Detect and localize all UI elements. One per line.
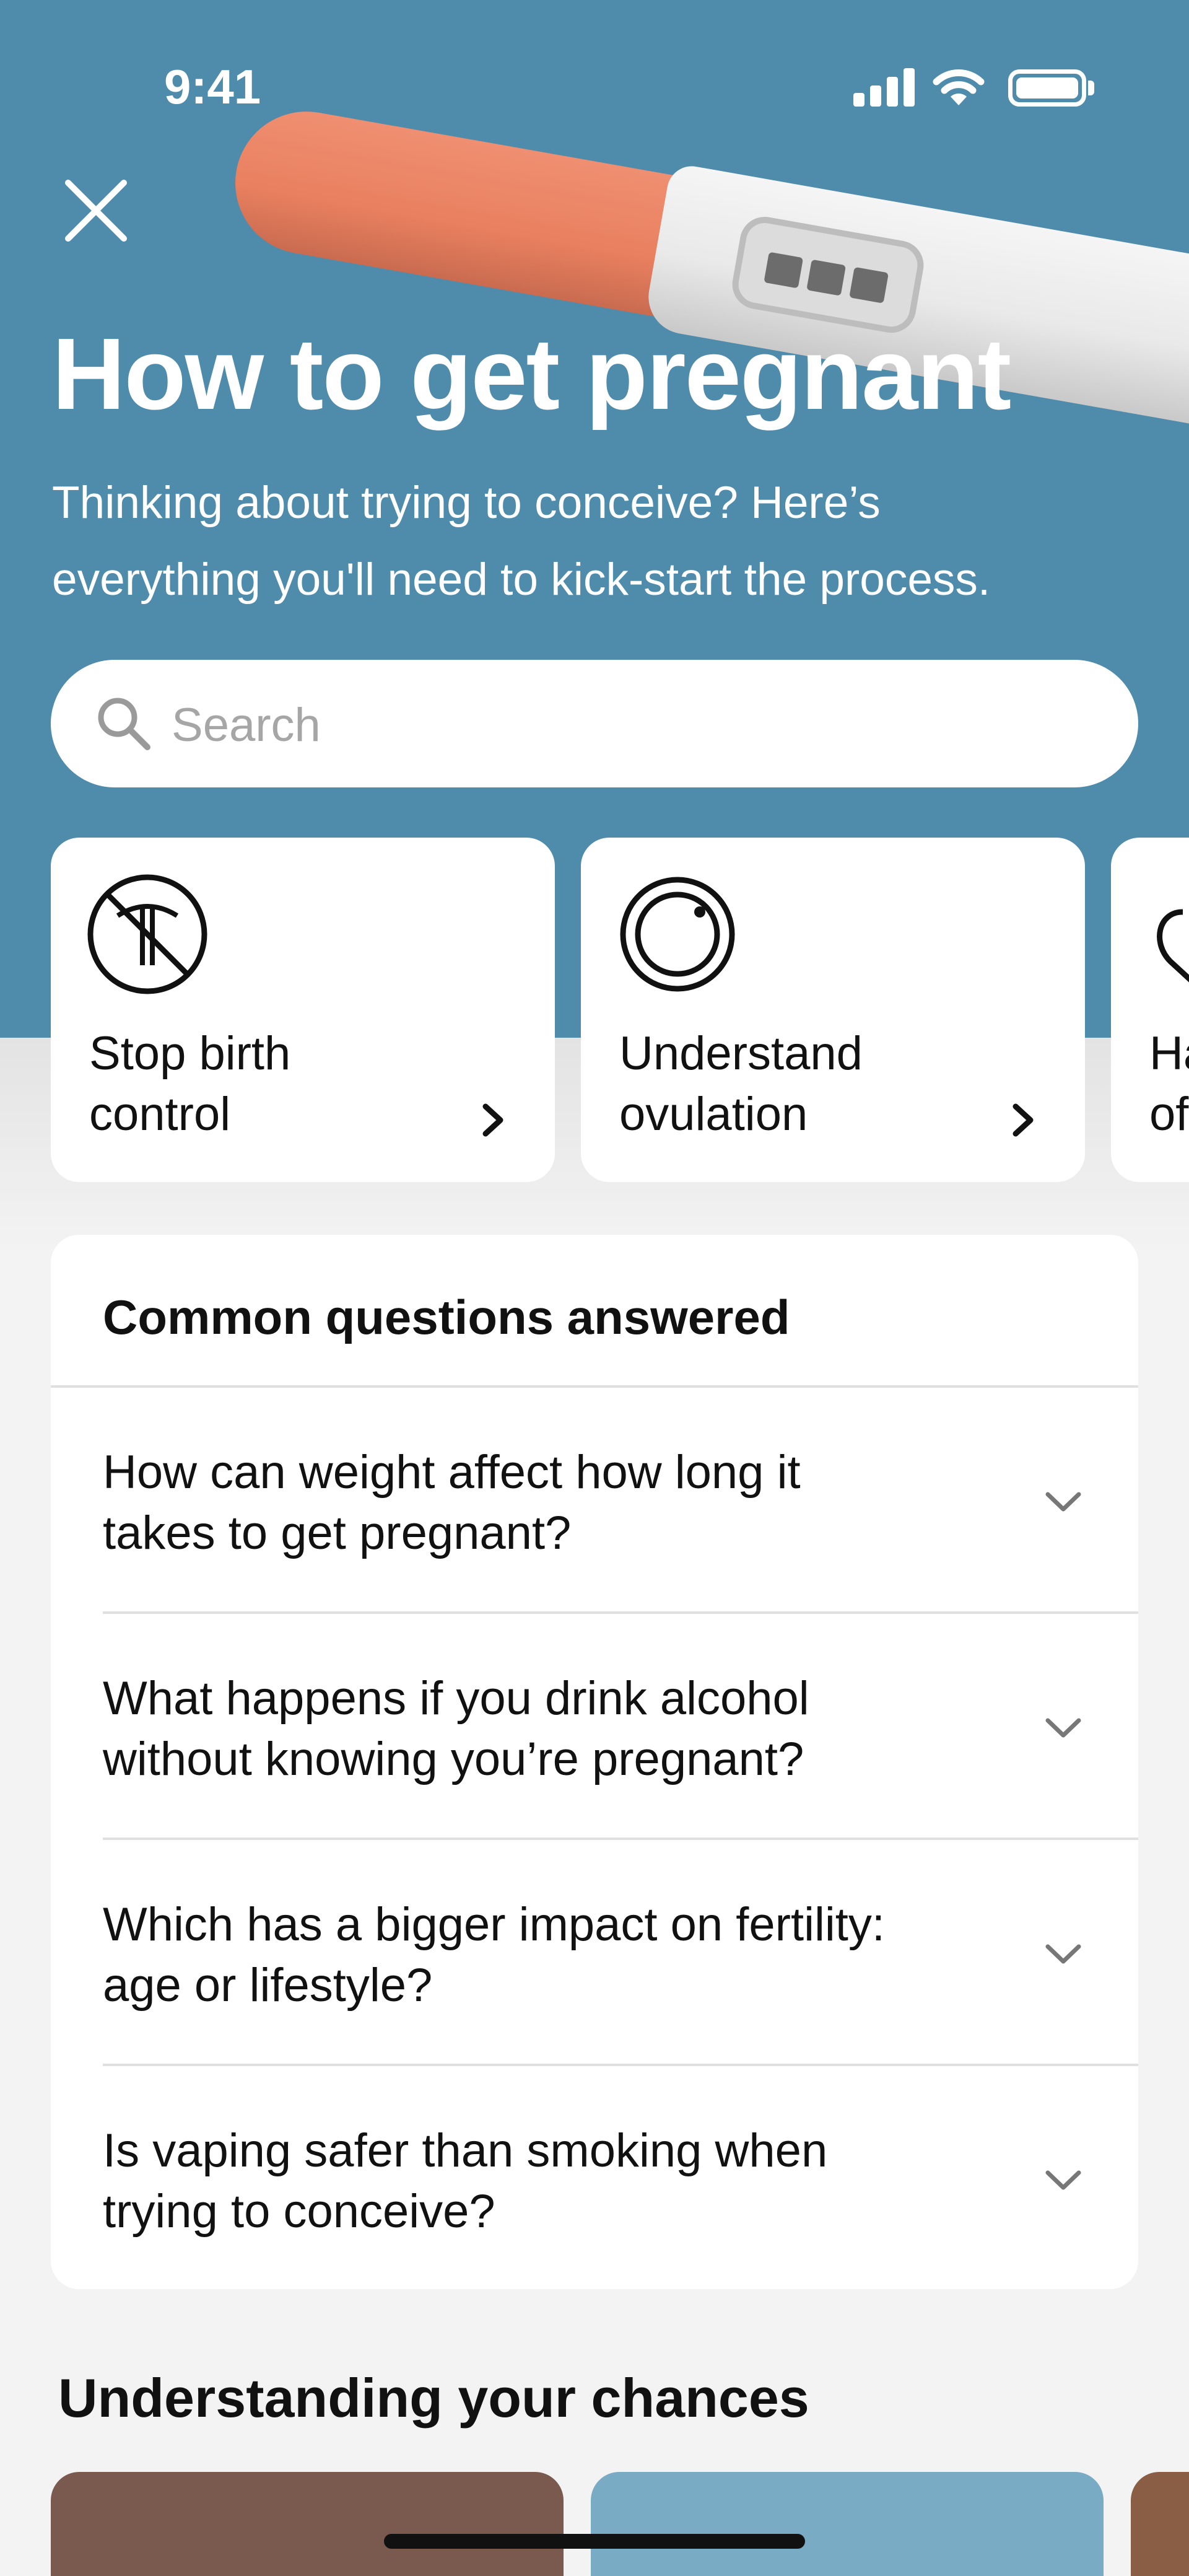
card-partial[interactable]: Ha of [1111,838,1189,1182]
chevron-down-icon [1045,1944,1081,1964]
wifi-icon [933,69,985,105]
chevron-right-icon [482,1103,503,1137]
home-indicator [384,2534,805,2549]
status-time: 9:41 [164,59,261,114]
faq-title: Common questions answered [103,1290,790,1344]
heart-icon [1157,909,1189,983]
faq-card: Common questions answered How can weight… [51,1235,1138,2289]
search-icon [98,698,150,750]
page-title: How to get pregnant [52,317,1011,431]
section-title: Understanding your chances [58,2367,809,2429]
cellular-signal-icon [853,68,915,107]
chevron-down-icon [1045,2170,1081,2190]
search-input[interactable]: Search [51,660,1138,787]
faq-question: What happens if you drink alcohol withou… [103,1672,809,1785]
faq-question: How can weight affect how long it takes … [103,1446,801,1559]
status-bar: 9:41 [0,0,1189,114]
ovulation-circle-icon [620,877,735,992]
faq-question: Is vaping safer than smoking when trying… [103,2124,828,2238]
card-label: Understand ovulation [619,1027,863,1141]
card-label: Ha of [1149,1027,1189,1141]
close-icon[interactable] [62,177,130,245]
faq-item[interactable]: Is vaping safer than smoking when trying… [51,2066,1138,2289]
card-label: Stop birth control [89,1027,291,1141]
battery-icon [1008,69,1086,107]
article-thumbnail[interactable] [591,2472,1104,2576]
faq-item[interactable]: Which has a bigger impact on fertility: … [51,1840,1138,2066]
subtitle-line: Thinking about trying to conceive? Here’… [52,478,881,528]
chevron-down-icon [1045,1492,1081,1512]
chevron-down-icon [1045,1718,1081,1738]
no-iud-icon [87,874,207,994]
article-thumbnail[interactable] [1131,2472,1189,2576]
card-stop-birth-control[interactable]: Stop birth control [51,838,555,1182]
search-placeholder: Search [172,699,321,751]
faq-item[interactable]: How can weight affect how long it takes … [51,1388,1138,1614]
page-subtitle: Thinking about trying to conceive? Here’… [52,465,1167,618]
chevron-right-icon [1013,1103,1034,1137]
faq-question: Which has a bigger impact on fertility: … [103,1898,885,2012]
battery-tip [1088,81,1094,95]
card-understand-ovulation[interactable]: Understand ovulation [581,838,1085,1182]
faq-item[interactable]: What happens if you drink alcohol withou… [51,1614,1138,1840]
article-thumbnail[interactable] [51,2472,564,2576]
subtitle-line: everything you'll need to kick-start the… [52,554,991,605]
